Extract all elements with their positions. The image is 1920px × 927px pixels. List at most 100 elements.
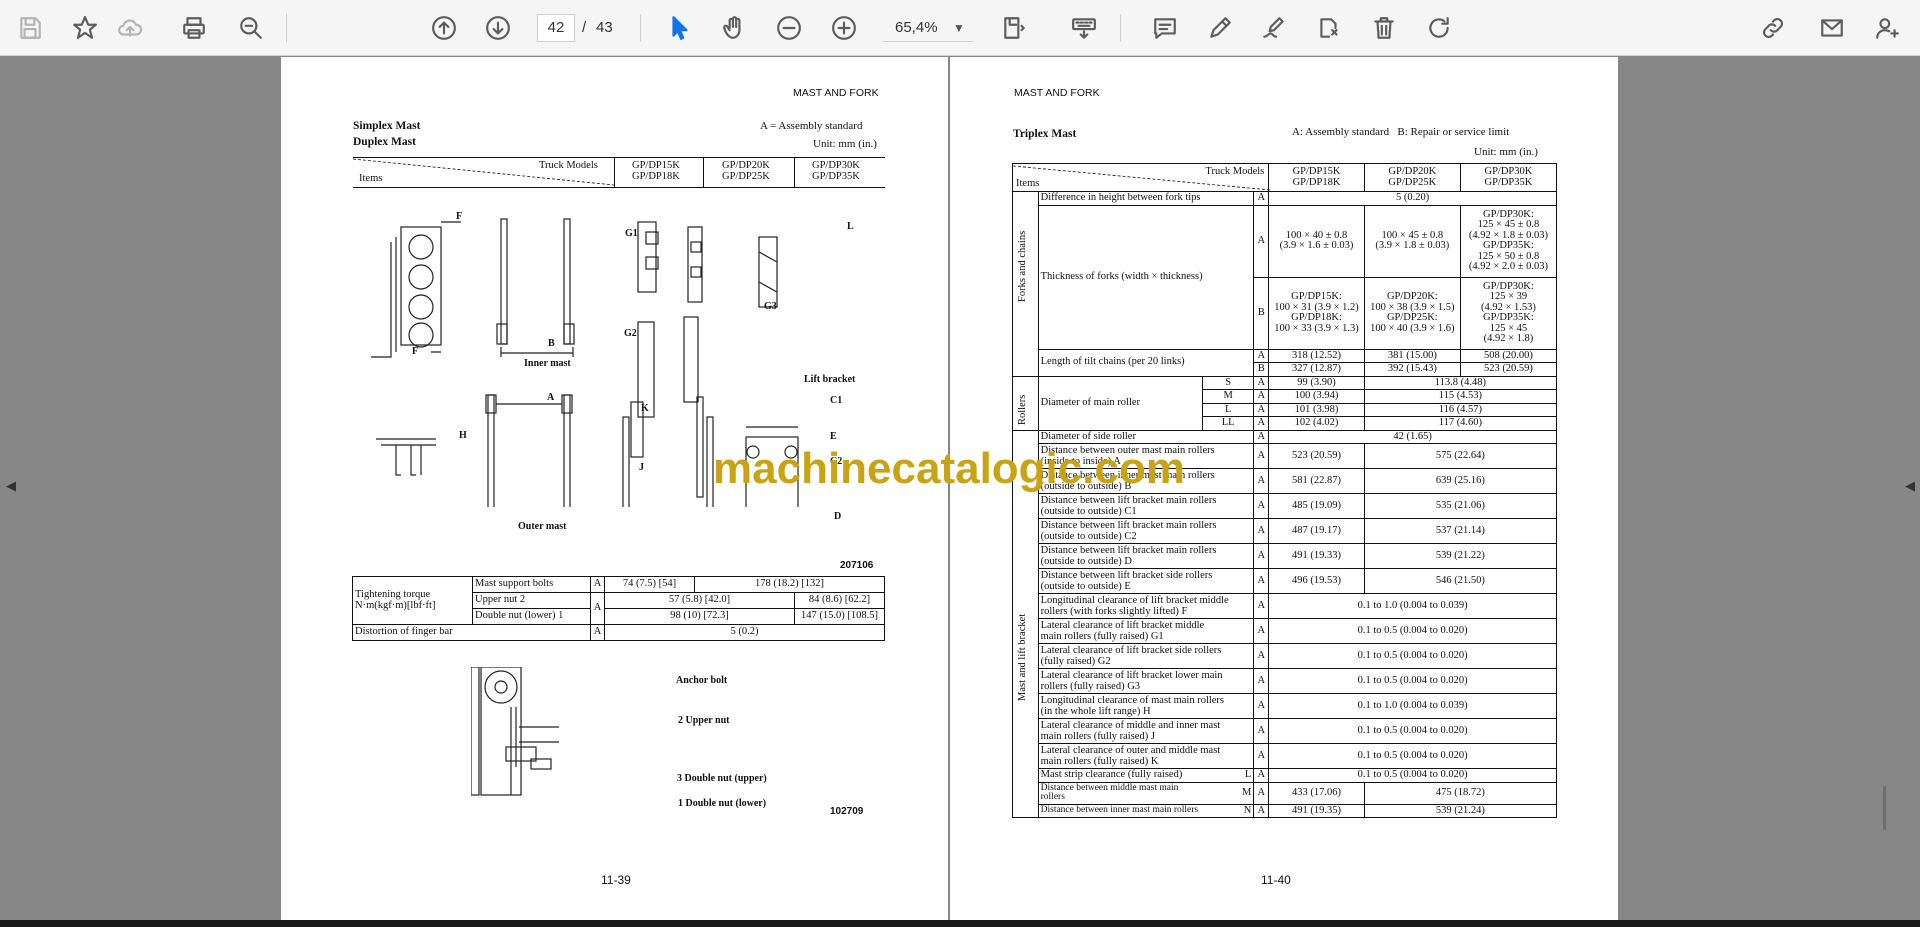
- row-size: LL: [1202, 416, 1255, 431]
- torque-item: Double nut (lower) 1: [472, 608, 591, 625]
- row-value: 0.1 to 0.5 (0.004 to 0.020): [1268, 718, 1557, 744]
- row-sub: M: [1202, 781, 1255, 805]
- model-3b: GP/DP35K: [1484, 176, 1533, 188]
- row-item: Thickness of forks (width × thickness): [1037, 204, 1255, 350]
- row-item: Lateral clearance of lift bracket side r…: [1037, 643, 1255, 669]
- page-number: 11-39: [601, 873, 631, 887]
- row-value: 392 (15.43): [1363, 362, 1461, 377]
- model-1a: GP/DP15K: [1292, 166, 1341, 177]
- torque-item: Mast support bolts: [472, 576, 591, 593]
- pen-icon[interactable]: [1204, 12, 1236, 44]
- page-down-icon[interactable]: [482, 12, 514, 44]
- fig-label-B: B: [548, 338, 555, 349]
- row-value: 116 (4.57): [1363, 402, 1558, 417]
- row-size: L: [1202, 402, 1255, 417]
- row-std: A: [1253, 389, 1270, 404]
- row-std: A: [1253, 468, 1270, 494]
- torque-label-1: Tightening torque: [355, 589, 431, 600]
- page-up-icon[interactable]: [428, 12, 460, 44]
- row-value: 539 (21.22): [1363, 543, 1558, 569]
- next-page-arrow-icon[interactable]: ◀: [1905, 478, 1915, 494]
- row-item: Longitudinal clearance of lift bracket m…: [1037, 593, 1255, 619]
- page-header: MAST AND FORK: [1014, 87, 1100, 99]
- hand-icon[interactable]: [718, 12, 750, 44]
- page-separator: /: [582, 19, 587, 36]
- zoom-search-icon[interactable]: [235, 12, 267, 44]
- toolbar-separator: [286, 14, 287, 42]
- stamp-icon[interactable]: [1313, 12, 1345, 44]
- row-item: Lateral clearance of lift bracket middle…: [1037, 618, 1255, 644]
- distortion-label: Distortion of finger bar: [352, 624, 591, 641]
- row-size: M: [1202, 389, 1255, 404]
- fig-label-G1: G1: [625, 228, 638, 239]
- header-diagonal: [1013, 165, 1271, 191]
- select-arrow-icon[interactable]: [664, 12, 696, 44]
- zoom-out-icon[interactable]: [773, 12, 805, 44]
- row-value: 100 × 40 ± 0.8 (3.9 × 1.6 ± 0.03): [1268, 204, 1365, 278]
- fig-label-C1: C1: [830, 395, 843, 406]
- row-std: A: [1253, 348, 1270, 363]
- fit-page-icon[interactable]: [998, 12, 1030, 44]
- row-item: Distance between lift bracket side rolle…: [1037, 568, 1255, 594]
- distortion-std: A: [590, 624, 605, 641]
- comment-icon[interactable]: [1149, 12, 1181, 44]
- page-number-input[interactable]: 42: [537, 14, 575, 42]
- row-value: 102 (4.02): [1268, 416, 1365, 431]
- delete-icon[interactable]: [1368, 12, 1400, 44]
- row-value: 491 (19.35): [1268, 803, 1365, 818]
- row-item: Distance between lift bracket main rolle…: [1037, 543, 1255, 569]
- toolbar-separator: [1120, 14, 1121, 42]
- upload-cloud-icon[interactable]: [114, 12, 146, 44]
- torque-value: 147 (15.0) [108.5]: [794, 608, 885, 625]
- group-mast-lift-bracket: Mast and lift bracket: [1017, 613, 1028, 701]
- torque-value: 57 (5.8) [42.0]: [604, 592, 795, 609]
- torque-value: 178 (18.2) [132]: [694, 576, 885, 593]
- group-forks-chains: Forks and chains: [1017, 230, 1028, 302]
- link-icon[interactable]: [1757, 12, 1789, 44]
- row-sub: L: [1202, 768, 1255, 783]
- fig-label-G2: G2: [624, 328, 637, 339]
- row-item: Distance between middle mast main roller…: [1037, 781, 1203, 805]
- sign-icon[interactable]: [1258, 12, 1290, 44]
- row-value: 0.1 to 1.0 (0.004 to 0.039): [1268, 593, 1557, 619]
- row-value: 581 (22.87): [1268, 468, 1365, 494]
- model-2b: GP/DP25K: [1388, 176, 1437, 188]
- row-value: 0.1 to 0.5 (0.004 to 0.020): [1268, 668, 1557, 694]
- fig-label-L: L: [847, 221, 854, 232]
- row-std: A: [1253, 191, 1270, 206]
- row-std: A: [1253, 593, 1270, 619]
- torque-value: 98 (10) [72.3]: [604, 608, 795, 625]
- legend: A = Assembly standard: [760, 120, 863, 132]
- row-item: Length of tilt chains (per 20 links): [1037, 348, 1255, 377]
- zoom-in-icon[interactable]: [828, 12, 860, 44]
- model-2a: GP/DP20K: [722, 160, 770, 171]
- print-icon[interactable]: [178, 12, 210, 44]
- row-std: B: [1253, 362, 1270, 377]
- bookmark-star-icon[interactable]: [69, 12, 101, 44]
- torque-item: Upper nut 2: [472, 592, 591, 609]
- row-value: 433 (17.06): [1268, 781, 1365, 805]
- rotate-icon[interactable]: [1423, 12, 1455, 44]
- mail-icon[interactable]: [1816, 12, 1848, 44]
- row-std: A: [1253, 443, 1270, 469]
- row-value: 523 (20.59): [1459, 362, 1558, 377]
- title-triplex: Triplex Mast: [1013, 128, 1077, 140]
- fig-label-A: A: [547, 392, 555, 403]
- taskbar-strip: [0, 920, 1920, 927]
- row-value: 113.8 (4.48): [1363, 375, 1558, 390]
- chevron-down-icon[interactable]: ▼: [953, 14, 965, 42]
- keyboard-icon[interactable]: [1068, 12, 1100, 44]
- row-value: GP/DP20K: 100 × 38 (3.9 × 1.5) GP/DP25K:…: [1363, 276, 1461, 350]
- fig-label-F2: F: [412, 346, 419, 357]
- double-nut-upper-label: 3 Double nut (upper): [677, 773, 767, 784]
- previous-page-arrow-icon[interactable]: ◀: [6, 478, 16, 494]
- distortion-value: 5 (0.2): [604, 624, 885, 641]
- row-value: 575 (22.64): [1363, 443, 1558, 469]
- user-icon[interactable]: [1871, 12, 1903, 44]
- fig-label-G3: G3: [764, 301, 777, 312]
- save-icon[interactable]: [14, 12, 46, 44]
- scrollbar-thumb[interactable]: [1883, 786, 1886, 830]
- row-item: Difference in height between fork tips: [1037, 191, 1255, 206]
- row-std: A: [1253, 493, 1270, 519]
- title-simplex: Simplex Mast: [353, 120, 421, 132]
